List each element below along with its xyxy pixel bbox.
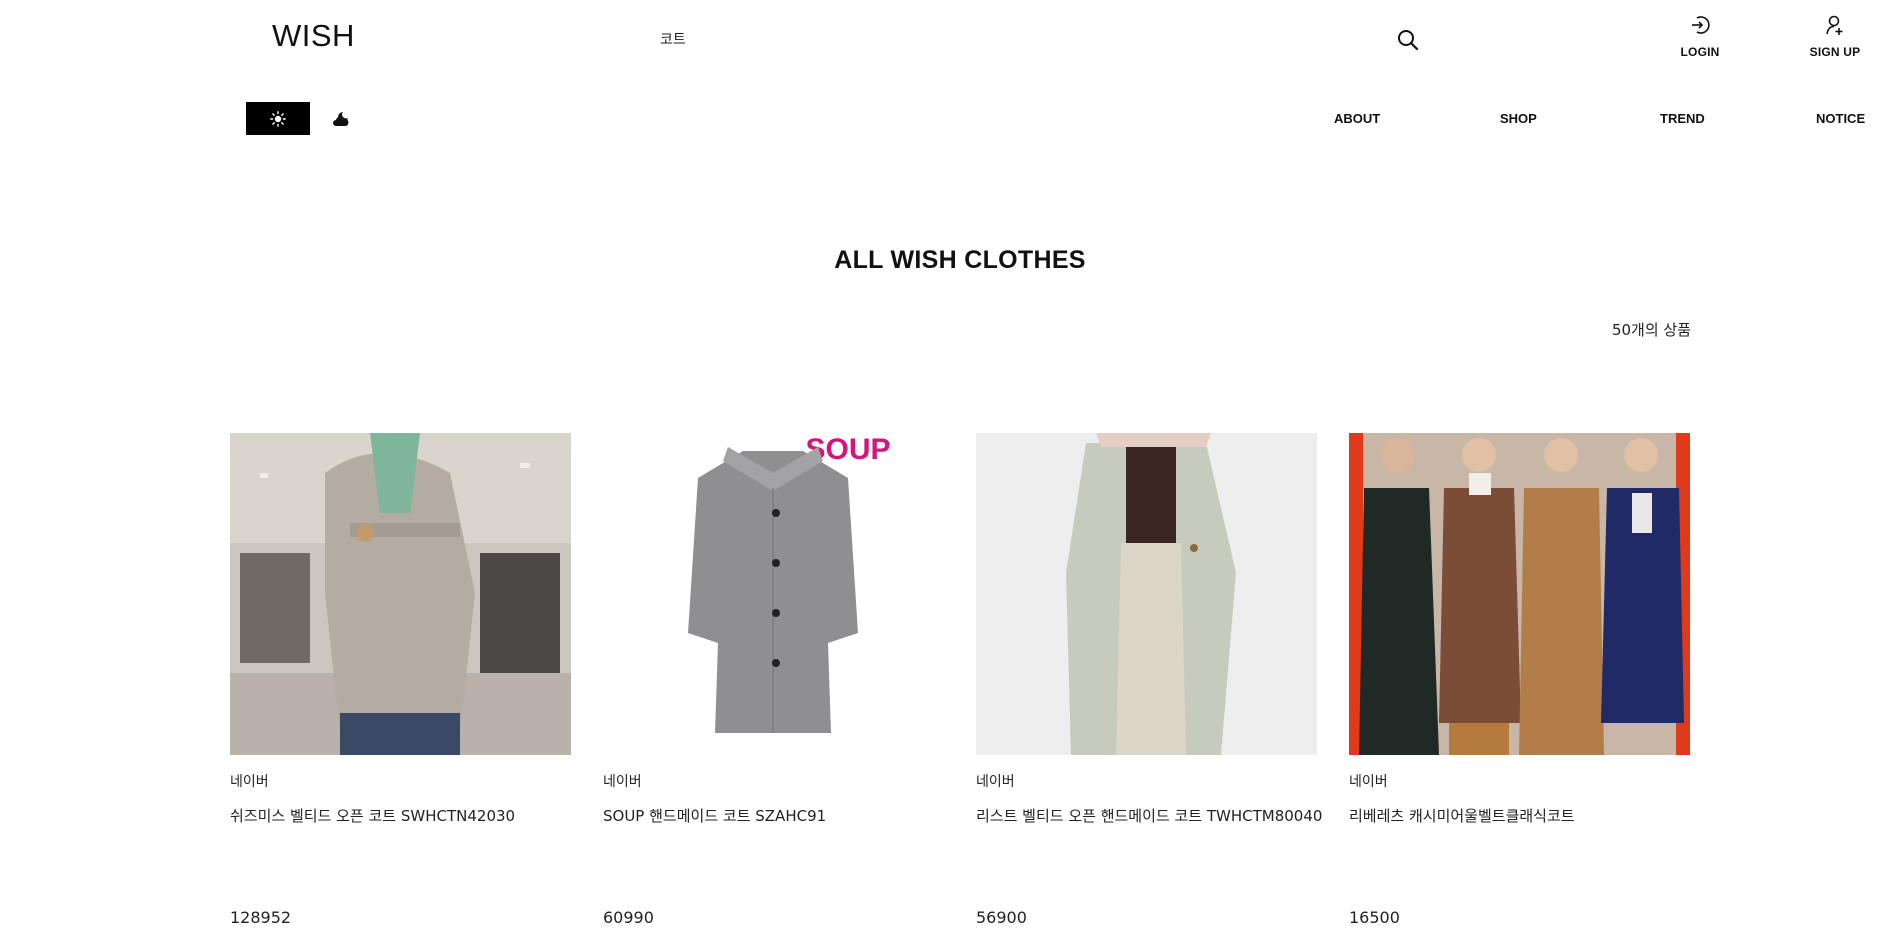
search-button[interactable] (1394, 26, 1422, 54)
page-title: ALL WISH CLOTHES (834, 246, 1086, 274)
product-price: 128952 (230, 908, 292, 927)
nav-shop[interactable]: SHOP (1500, 111, 1537, 126)
product-card[interactable]: 네이버 리베레츠 캐시미어울벨트클래식코트 16500 (1349, 433, 1690, 927)
product-name[interactable]: 리베레츠 캐시미어울벨트클래식코트 (1349, 805, 1575, 826)
search-icon (1398, 30, 1419, 51)
product-seller: 네이버 (976, 774, 1015, 790)
product-name[interactable]: SOUP 핸드메이드 코트 SZAHC91 (603, 805, 826, 826)
product-card[interactable]: SOUP 네이버 SOUP 핸드메이드 코트 SZAHC91 60990 (603, 433, 944, 927)
login-label: LOGIN (1680, 45, 1720, 59)
search-input[interactable] (650, 22, 1350, 56)
product-count: 50개의 상품 (1611, 321, 1691, 339)
nav-notice[interactable]: NOTICE (1816, 111, 1865, 126)
sun-icon (270, 110, 286, 127)
nav-trend[interactable]: TREND (1660, 111, 1705, 126)
product-price: 56900 (976, 908, 1027, 927)
login-icon (1692, 16, 1710, 34)
product-price: 60990 (603, 908, 654, 927)
product-image[interactable] (976, 433, 1317, 755)
login-button[interactable]: LOGIN (1655, 14, 1745, 60)
dark-mode-button[interactable] (328, 106, 356, 132)
product-card[interactable]: 네이버 쉬즈미스 벨티드 오픈 코트 SWHCTN42030 128952 (230, 433, 571, 927)
cloud-moon-icon (333, 112, 349, 126)
product-seller: 네이버 (603, 774, 642, 790)
product-image[interactable] (1349, 433, 1690, 755)
signup-button[interactable]: SIGN UP (1790, 14, 1880, 60)
add-user-icon (1826, 15, 1843, 35)
product-seller: 네이버 (230, 774, 269, 790)
product-price: 16500 (1349, 908, 1400, 927)
product-image[interactable]: SOUP (603, 433, 944, 755)
product-name[interactable]: 쉬즈미스 벨티드 오픈 코트 SWHCTN42030 (230, 805, 515, 826)
product-name[interactable]: 리스트 벨티드 오픈 핸드메이드 코트 TWHCTM80040 (976, 805, 1322, 826)
nav-about[interactable]: ABOUT (1334, 111, 1380, 126)
search-bar (650, 22, 1419, 56)
product-card[interactable]: 네이버 리스트 벨티드 오픈 핸드메이드 코트 TWHCTM80040 5690… (976, 433, 1322, 927)
product-seller: 네이버 (1349, 774, 1388, 790)
signup-label: SIGN UP (1809, 45, 1861, 59)
light-mode-button[interactable] (246, 102, 310, 135)
site-logo[interactable]: WISH (272, 18, 355, 54)
product-image[interactable] (230, 433, 571, 755)
